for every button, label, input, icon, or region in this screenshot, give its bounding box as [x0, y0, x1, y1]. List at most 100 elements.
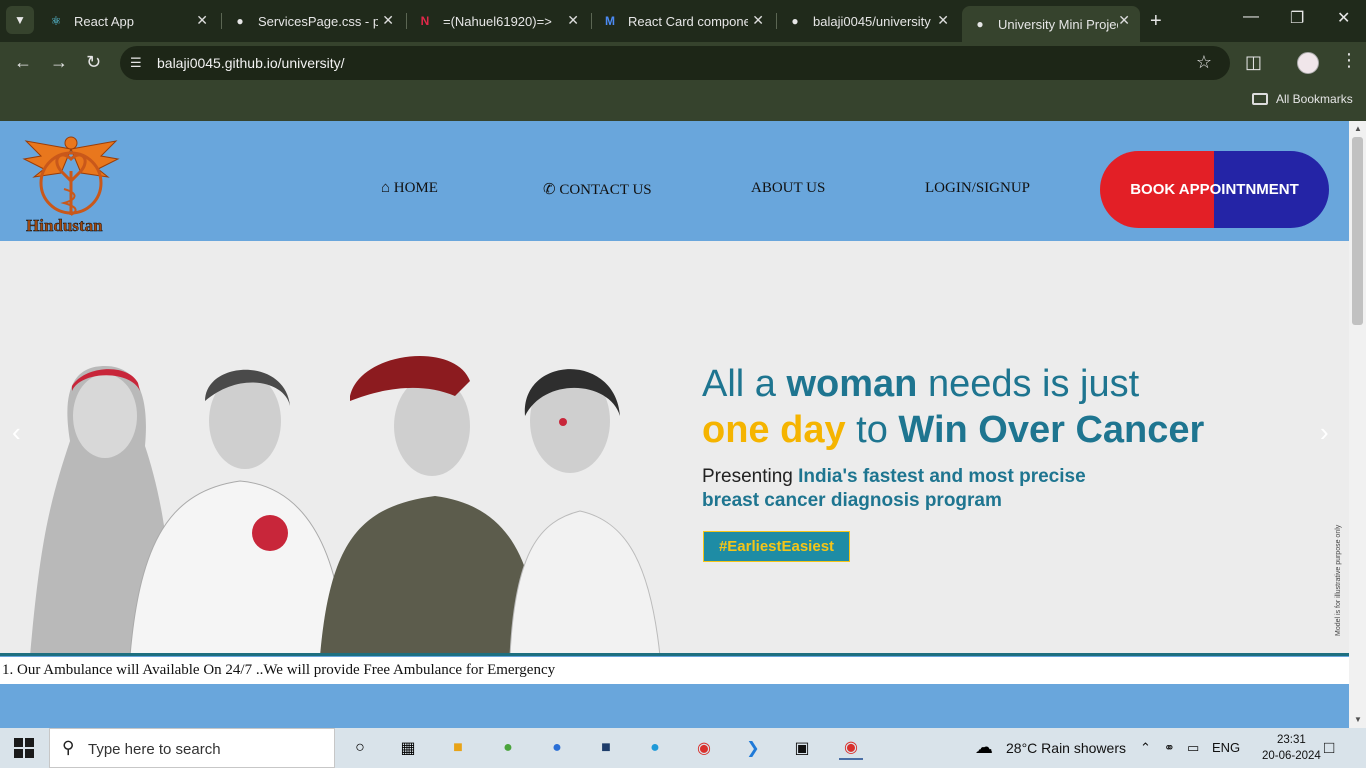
system-clock[interactable]: 23:31 20-06-2024 — [1262, 732, 1321, 764]
close-window-icon[interactable]: ✕ — [1337, 8, 1350, 28]
tab-title: balaji0045/university — [813, 13, 931, 29]
bookmarks-bar: All Bookmarks — [0, 84, 1366, 121]
weather-icon[interactable]: ☁ — [975, 737, 993, 758]
tab-nahuel[interactable]: N =(Nahuel61920)=> ✕ — [407, 6, 589, 36]
site-header: Hindustan ⌂ HOME ✆ CONTACT US ABOUT US L… — [0, 121, 1349, 241]
forward-icon[interactable]: → — [50, 52, 68, 73]
phone-icon: ✆ — [543, 182, 556, 198]
close-tab-icon[interactable]: ✕ — [196, 12, 208, 29]
task-view-icon[interactable]: ▦ — [396, 736, 420, 760]
globe-icon: ● — [976, 17, 984, 31]
minimize-icon[interactable]: — — [1243, 8, 1259, 26]
hero-women-image — [30, 355, 661, 656]
close-tab-icon[interactable]: ✕ — [567, 12, 579, 29]
disclaimer-text: Model is for illustrative purpose only — [1335, 524, 1342, 636]
scroll-up-icon[interactable]: ▲ — [1354, 124, 1362, 133]
tab-title: ServicesPage.css - po — [258, 13, 378, 29]
taskbar-search[interactable]: ⚲ Type here to search — [49, 728, 335, 768]
tab-github-university[interactable]: ● balaji0045/university ✕ — [777, 6, 959, 36]
app-green-icon[interactable]: ● — [496, 736, 520, 760]
n-brand-icon: N — [420, 14, 430, 28]
react-icon: ⚛ — [50, 14, 62, 28]
hero-carousel: All a woman needs is just one day to Win… — [0, 241, 1349, 656]
menu-kebab-icon[interactable]: ⋮ — [1340, 50, 1358, 71]
nav-about[interactable]: ABOUT US — [751, 180, 825, 197]
search-icon: ⚲ — [62, 738, 75, 757]
language-indicator[interactable]: ENG — [1212, 740, 1240, 755]
close-tab-icon[interactable]: ✕ — [752, 12, 764, 29]
scrollbar-thumb[interactable] — [1352, 137, 1363, 325]
page-scrollbar[interactable]: ▲ ▼ — [1349, 121, 1366, 728]
carousel-prev-icon[interactable]: ‹ — [12, 417, 21, 448]
chrome-icon[interactable]: ◉ — [692, 736, 716, 760]
all-bookmarks-link[interactable]: All Bookmarks — [1276, 92, 1353, 106]
site-info-icon[interactable]: ☰ — [130, 55, 142, 71]
firefox-icon[interactable]: ● — [545, 736, 569, 760]
web-page: Hindustan ⌂ HOME ✆ CONTACT US ABOUT US L… — [0, 121, 1349, 728]
file-explorer-icon[interactable]: ■ — [446, 736, 470, 760]
windows-taskbar: ⚲ Type here to search ○ ▦ ■ ● ● ■ ● ◉ ❯ … — [0, 728, 1366, 768]
cortana-icon[interactable]: ○ — [348, 736, 372, 760]
close-tab-icon[interactable]: ✕ — [937, 12, 949, 29]
github-icon: ● — [791, 14, 799, 28]
github-icon: ● — [236, 14, 244, 28]
tab-title: React Card compone — [628, 13, 748, 29]
tab-title: React App — [74, 13, 134, 29]
mui-icon: M — [605, 14, 615, 28]
nav-home[interactable]: ⌂ HOME — [381, 180, 438, 197]
nav-login-signup[interactable]: LOGIN/SIGNUP — [925, 180, 1030, 197]
tab-search-button[interactable]: ▼ — [6, 6, 34, 34]
book-appointment-label: BOOK APPOINTNMENT — [1130, 181, 1299, 198]
book-appointment-button[interactable]: BOOK APPOINTNMENT — [1100, 151, 1329, 228]
battery-icon[interactable]: ▭ — [1187, 740, 1199, 756]
restore-icon[interactable]: ❐ — [1290, 8, 1304, 28]
chrome-active-icon[interactable]: ◉ — [839, 736, 863, 760]
tab-title: =(Nahuel61920)=> — [443, 13, 552, 29]
nav-home-label: HOME — [393, 180, 438, 196]
scroll-down-icon[interactable]: ▼ — [1354, 715, 1362, 724]
tab-react-app[interactable]: ⚛ React App ✕ — [38, 6, 218, 36]
tab-react-card[interactable]: M React Card compone ✕ — [592, 6, 774, 36]
chevron-up-icon[interactable]: ⌃ — [1140, 740, 1151, 756]
clock-date: 20-06-2024 — [1262, 750, 1321, 762]
address-bar[interactable]: ☰ balaji0045.github.io/university/ ☆ — [120, 46, 1230, 80]
extensions-icon[interactable]: ◫ — [1245, 52, 1262, 73]
announcement-marquee: 1. Our Ambulance will Available On 24/7 … — [0, 657, 1349, 684]
tab-university-mini-project[interactable]: ● University Mini Projec ✕ — [962, 6, 1140, 42]
notification-icon[interactable]: □ — [1324, 738, 1334, 758]
hashtag-badge: #EarliestEasiest — [703, 531, 850, 562]
close-tab-icon[interactable]: ✕ — [1118, 12, 1130, 29]
terminal-icon[interactable]: ▣ — [790, 736, 814, 760]
hero-headline-line1: All a woman needs is just — [702, 363, 1140, 405]
new-tab-button[interactable]: + — [1150, 10, 1162, 33]
search-placeholder: Type here to search — [88, 741, 221, 758]
logo-text: Hindustan — [26, 216, 103, 235]
url-text[interactable]: balaji0045.github.io/university/ — [157, 55, 345, 71]
weather-text[interactable]: 28°C Rain showers — [1006, 740, 1126, 756]
hero-subtitle: Presenting India's fastest and most prec… — [702, 466, 1086, 511]
hero-headline-line2: one day to Win Over Cancer — [702, 409, 1205, 451]
profile-avatar[interactable] — [1297, 52, 1319, 74]
network-icon[interactable]: ⚭ — [1164, 740, 1175, 756]
reload-icon[interactable]: ↻ — [86, 52, 101, 73]
announcement-text: 1. Our Ambulance will Available On 24/7 … — [2, 662, 556, 678]
edge-icon[interactable]: ● — [643, 736, 667, 760]
tab-title: University Mini Projec — [998, 16, 1118, 32]
tab-strip: ▼ ⚛ React App ✕ ● ServicesPage.css - po … — [0, 0, 1366, 42]
bookmark-star-icon[interactable]: ☆ — [1196, 52, 1212, 73]
home-icon: ⌂ — [381, 180, 391, 196]
hero-bottom-border — [0, 653, 1349, 656]
hindustan-logo[interactable]: Hindustan — [16, 131, 126, 236]
address-toolbar: ← → ↻ ☰ balaji0045.github.io/university/… — [0, 42, 1366, 84]
nav-contact[interactable]: ✆ CONTACT US — [543, 180, 652, 199]
folder-icon — [1252, 93, 1268, 105]
nav-contact-label: CONTACT US — [559, 182, 652, 198]
back-icon[interactable]: ← — [14, 52, 32, 73]
windows-start-icon[interactable] — [14, 738, 34, 758]
clock-time: 23:31 — [1277, 734, 1306, 746]
mysql-workbench-icon[interactable]: ■ — [594, 736, 618, 760]
carousel-next-icon[interactable]: › — [1320, 417, 1329, 448]
tab-services-css[interactable]: ● ServicesPage.css - po ✕ — [222, 6, 404, 36]
vscode-icon[interactable]: ❯ — [741, 736, 765, 760]
close-tab-icon[interactable]: ✕ — [382, 12, 394, 29]
